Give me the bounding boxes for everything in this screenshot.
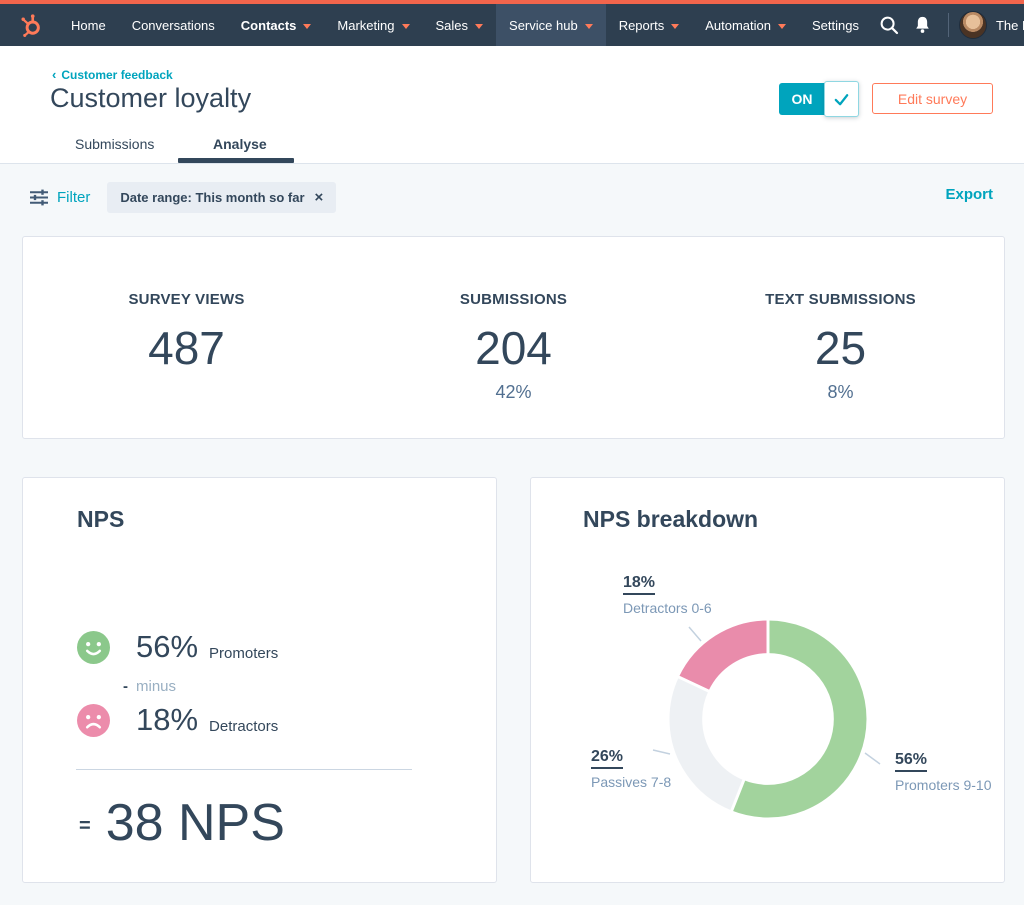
filter-label: Filter <box>57 189 90 206</box>
nav-item-settings[interactable]: Settings <box>799 4 872 46</box>
filter-bar: Filter Date range: This month so far × <box>30 182 336 213</box>
equals-sign: = <box>79 815 91 853</box>
navbar-right-group: The Midnight Society <box>872 4 1024 46</box>
breadcrumb[interactable]: ‹ Customer feedback <box>52 67 173 82</box>
stat-percent: 42% <box>350 382 677 403</box>
stat-percent: 8% <box>677 382 1004 403</box>
promoters-row: 56% Promoters <box>77 629 278 665</box>
breakdown-card-title: NPS breakdown <box>583 506 758 533</box>
export-button[interactable]: Export <box>945 186 993 203</box>
nav-label: Conversations <box>132 18 215 33</box>
main-navbar: Home Conversations Contacts Marketing Sa… <box>0 4 1024 46</box>
survey-status-toggle[interactable]: ON <box>779 81 859 117</box>
nav-label: Home <box>71 18 106 33</box>
navbar-divider <box>948 13 949 37</box>
nav-label: Service hub <box>509 18 578 33</box>
search-button[interactable] <box>872 4 906 46</box>
nps-result-row: = 38 NPS <box>79 793 285 853</box>
chevron-left-icon: ‹ <box>52 67 56 82</box>
nav-label: Automation <box>705 18 771 33</box>
nav-label: Settings <box>812 18 859 33</box>
nav-item-service-hub[interactable]: Service hub <box>496 4 606 46</box>
notifications-button[interactable] <box>906 4 940 46</box>
chevron-down-icon <box>585 24 593 29</box>
passives-chart-percent: 26% <box>591 748 623 769</box>
detractors-chart-label[interactable]: 18% Detractors 0-6 <box>623 574 712 616</box>
user-avatar[interactable] <box>959 11 987 39</box>
detractors-chart-percent: 18% <box>623 574 655 595</box>
nav-label: Marketing <box>337 18 394 33</box>
tab-submissions[interactable]: Submissions <box>75 136 154 152</box>
toggle-check-box <box>824 81 859 117</box>
chevron-down-icon <box>303 24 311 29</box>
detractors-chart-sublabel: Detractors 0-6 <box>623 600 712 616</box>
tab-analyse[interactable]: Analyse <box>213 136 267 152</box>
divider <box>76 769 412 770</box>
nav-label: Reports <box>619 18 665 33</box>
nav-item-sales[interactable]: Sales <box>423 4 497 46</box>
nps-breakdown-card: NPS breakdown 18% Detractors 0-6 26% Pas… <box>530 477 1005 883</box>
nps-donut-chart[interactable] <box>669 620 867 818</box>
stat-value: 204 <box>350 321 677 375</box>
stat-label: SUBMISSIONS <box>350 291 677 308</box>
summary-stats-card: SURVEY VIEWS 487 SUBMISSIONS 204 42% TEX… <box>22 236 1005 439</box>
page-title: Customer loyalty <box>50 83 251 114</box>
nav-item-reports[interactable]: Reports <box>606 4 693 46</box>
nps-card: NPS 56% Promoters -minus 18% Detractors … <box>22 477 497 883</box>
breadcrumb-label: Customer feedback <box>61 68 172 82</box>
close-icon[interactable]: × <box>315 189 324 206</box>
detractors-percent: 18% <box>136 702 198 738</box>
stat-value: 487 <box>23 321 350 375</box>
nav-item-automation[interactable]: Automation <box>692 4 799 46</box>
date-range-chip[interactable]: Date range: This month so far × <box>107 182 336 213</box>
chevron-down-icon <box>778 24 786 29</box>
stat-value: 25 <box>677 321 1004 375</box>
hubspot-logo[interactable] <box>12 4 58 46</box>
page-header: ‹ Customer feedback Customer loyalty ON E… <box>0 46 1024 164</box>
edit-survey-button[interactable]: Edit survey <box>872 83 993 114</box>
minus-row: -minus <box>123 678 176 695</box>
minus-sign: - <box>123 678 128 695</box>
detractors-label: Detractors <box>209 718 278 735</box>
nav-item-conversations[interactable]: Conversations <box>119 4 228 46</box>
nps-card-title: NPS <box>77 506 124 533</box>
minus-word: minus <box>136 678 176 695</box>
smiley-face-icon <box>77 631 110 664</box>
chip-label: Date range: This month so far <box>120 190 304 205</box>
account-name: The Midnight Society <box>996 18 1024 33</box>
promoters-chart-label[interactable]: 56% Promoters 9-10 <box>895 751 991 793</box>
promoters-percent: 56% <box>136 629 198 665</box>
active-tab-underline <box>178 158 294 163</box>
chevron-down-icon <box>475 24 483 29</box>
nav-label: Sales <box>436 18 469 33</box>
nav-item-contacts[interactable]: Contacts <box>228 4 325 46</box>
promoters-label: Promoters <box>209 645 278 662</box>
filter-button[interactable]: Filter <box>30 189 90 206</box>
promoters-chart-percent: 56% <box>895 751 927 772</box>
frown-face-icon <box>77 704 110 737</box>
donut-svg <box>669 620 867 818</box>
sprocket-icon <box>18 11 44 39</box>
chevron-down-icon <box>402 24 410 29</box>
stat-text-submissions: TEXT SUBMISSIONS 25 8% <box>677 237 1004 438</box>
stat-label: TEXT SUBMISSIONS <box>677 291 1004 308</box>
filter-sliders-icon <box>30 189 48 206</box>
stat-label: SURVEY VIEWS <box>23 291 350 308</box>
nav-label: Contacts <box>241 18 297 33</box>
nav-item-marketing[interactable]: Marketing <box>324 4 422 46</box>
account-menu[interactable]: The Midnight Society <box>996 18 1024 33</box>
bell-icon <box>913 15 932 35</box>
nav-item-home[interactable]: Home <box>58 4 119 46</box>
checkmark-icon <box>832 90 851 109</box>
detractors-row: 18% Detractors <box>77 702 278 738</box>
promoters-chart-sublabel: Promoters 9-10 <box>895 777 991 793</box>
passives-chart-label[interactable]: 26% Passives 7-8 <box>591 748 671 790</box>
stat-survey-views: SURVEY VIEWS 487 <box>23 237 350 438</box>
nps-result-value: 38 NPS <box>106 793 285 853</box>
search-icon <box>879 15 899 35</box>
stat-submissions: SUBMISSIONS 204 42% <box>350 237 677 438</box>
passives-chart-sublabel: Passives 7-8 <box>591 774 671 790</box>
toggle-on-label: ON <box>779 83 825 115</box>
chevron-down-icon <box>671 24 679 29</box>
